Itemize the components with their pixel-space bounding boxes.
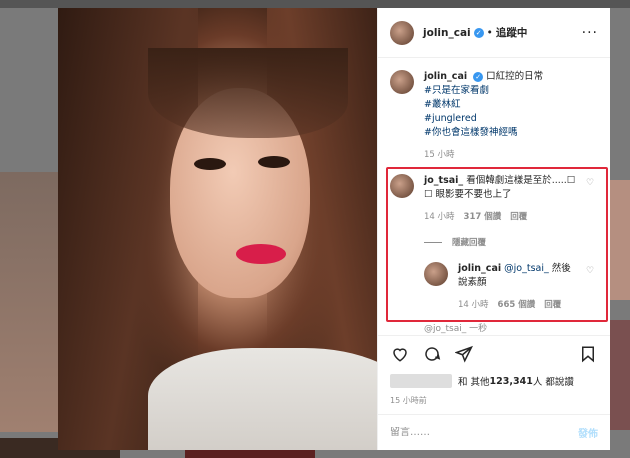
verified-icon: ✓ <box>473 27 484 38</box>
post-comment-button[interactable]: 發佈 <box>578 425 598 440</box>
partial-comment: @jo_tsai_ 一秒 <box>424 324 488 334</box>
photo-shirt <box>148 348 377 450</box>
like-heart-icon[interactable] <box>390 344 410 364</box>
backdrop-image <box>610 320 630 430</box>
replier-username[interactable]: jolin_cai <box>458 263 501 274</box>
bookmark-icon[interactable] <box>578 344 598 364</box>
toggle-replies-button[interactable]: 隱藏回覆 <box>424 236 596 250</box>
backdrop-image <box>610 180 630 300</box>
reply-button[interactable]: 回覆 <box>510 210 527 224</box>
likes-count[interactable]: 123,341 <box>490 376 533 387</box>
likes-summary: 和 其他 123,341 人 都說讚 <box>378 371 610 391</box>
caption: jolin_cai ✓ 口紅控的日常 #只是在家看劇 #叢林紅 #jungler… <box>390 70 596 162</box>
toggle-replies-label: 隱藏回覆 <box>452 238 487 248</box>
photo-eye <box>258 156 290 168</box>
follow-button[interactable]: 追蹤中 <box>496 25 528 40</box>
share-paperplane-icon[interactable] <box>454 344 474 364</box>
post-modal: jolin_cai ✓ • 追蹤中 ··· jolin_cai ✓ 口紅控的日常… <box>58 8 610 450</box>
post-timestamp[interactable]: 15 小時前 <box>378 391 610 414</box>
reply-time[interactable]: 14 小時 <box>458 298 489 312</box>
post-side-panel: jolin_cai ✓ • 追蹤中 ··· jolin_cai ✓ 口紅控的日常… <box>377 8 610 450</box>
mention-link[interactable]: @jo_tsai_ <box>504 263 549 274</box>
like-comment-icon[interactable]: ♡ <box>586 176 596 188</box>
backdrop-image <box>0 172 60 432</box>
liker-avatars[interactable] <box>390 374 452 388</box>
post-actions <box>378 335 610 371</box>
hashtag-link[interactable]: #你也會這樣發神經嗎 <box>424 126 596 140</box>
comment-item: jo_tsai_ 看個韓劇這樣是至於.....☐ ☐ 眼影要不要也上了 14 小… <box>390 174 596 224</box>
comment-composer: 發佈 <box>378 414 610 450</box>
comment-likes[interactable]: 317 個讚 <box>464 210 502 224</box>
post-photo <box>58 8 377 450</box>
photo-bangs <box>148 48 348 138</box>
caption-avatar[interactable] <box>390 70 414 94</box>
comment-time[interactable]: 14 小時 <box>424 210 455 224</box>
commenter-avatar[interactable] <box>390 174 414 198</box>
caption-username[interactable]: jolin_cai <box>424 71 467 82</box>
photo-lips <box>236 244 286 264</box>
caption-text: 口紅控的日常 <box>486 71 544 82</box>
reply-button[interactable]: 回覆 <box>544 298 561 312</box>
post-header: jolin_cai ✓ • 追蹤中 ··· <box>378 8 610 58</box>
replier-avatar[interactable] <box>424 262 448 286</box>
comment-input[interactable] <box>390 427 578 438</box>
likes-prefix: 和 其他 <box>458 377 490 388</box>
like-reply-icon[interactable]: ♡ <box>586 264 596 276</box>
likes-suffix: 人 都說讚 <box>532 377 574 388</box>
reply-likes[interactable]: 665 個讚 <box>498 298 536 312</box>
verified-icon: ✓ <box>473 72 484 82</box>
comment-bubble-icon[interactable] <box>422 344 442 364</box>
photo-eye <box>194 158 226 170</box>
hashtag-link[interactable]: #只是在家看劇 <box>424 84 596 98</box>
author-avatar[interactable] <box>390 20 414 45</box>
more-options-icon[interactable]: ··· <box>582 25 598 41</box>
hashtag-link[interactable]: #叢林紅 <box>424 98 596 112</box>
backdrop-bar <box>0 0 630 8</box>
separator-dot: • <box>486 26 493 39</box>
caption-time[interactable]: 15 小時 <box>424 148 596 162</box>
comments-section[interactable]: jolin_cai ✓ 口紅控的日常 #只是在家看劇 #叢林紅 #jungler… <box>378 58 610 335</box>
hashtag-link[interactable]: #junglered <box>424 112 596 126</box>
commenter-username[interactable]: jo_tsai_ <box>424 175 463 186</box>
author-username[interactable]: jolin_cai <box>423 27 471 39</box>
replies-line <box>424 242 442 243</box>
reply-item: jolin_cai @jo_tsai_ 然後說素顏 14 小時 665 個讚 回… <box>424 262 596 312</box>
